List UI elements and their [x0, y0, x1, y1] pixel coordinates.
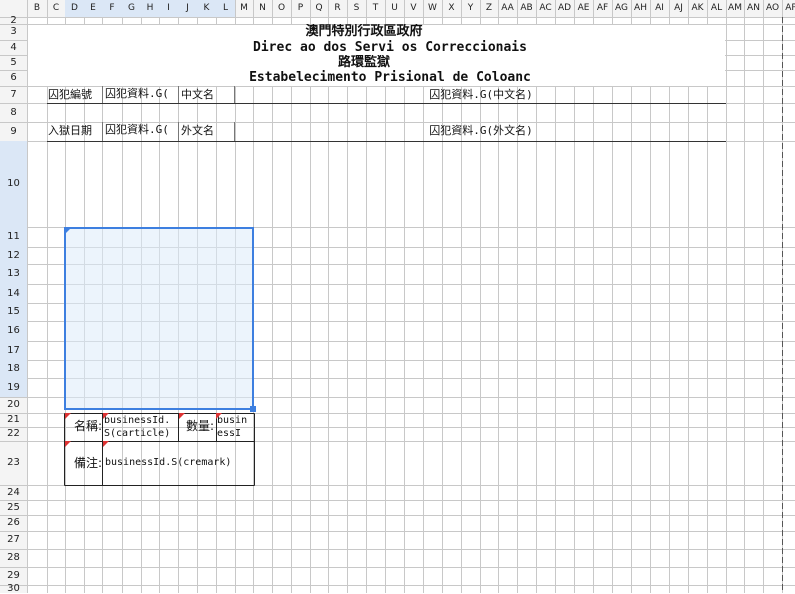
column-header-aa[interactable]: AA [498, 0, 517, 17]
column-header-g[interactable]: G [122, 0, 141, 17]
comment-marker-icon [216, 413, 222, 419]
column-header-c[interactable]: C [47, 0, 65, 17]
row-header-23[interactable]: 23 [0, 441, 27, 485]
row-header-19[interactable]: 19 [0, 378, 27, 397]
foreign-name-field[interactable]: 囚犯資料.G(外文名) [236, 122, 726, 140]
column-header-af[interactable]: AF [593, 0, 612, 17]
column-header-ab[interactable]: AB [517, 0, 536, 17]
row-header-10[interactable]: 10 [0, 141, 27, 227]
row-header-28[interactable]: 28 [0, 549, 27, 567]
foreign-name-label: 外文名 [181, 124, 214, 137]
column-header-s[interactable]: S [347, 0, 366, 17]
column-header-aj[interactable]: AJ [669, 0, 688, 17]
item-quantity-label: 數量: [185, 419, 214, 433]
column-header-ag[interactable]: AG [612, 0, 631, 17]
row-header-17[interactable]: 17 [0, 341, 27, 360]
row-header-18[interactable]: 18 [0, 360, 27, 378]
item-name-value-line2[interactable]: S(carticle) [104, 427, 178, 440]
comment-marker-icon [65, 413, 71, 419]
row-header-15[interactable]: 15 [0, 303, 27, 321]
selected-image-area[interactable] [64, 227, 254, 410]
row-header-12[interactable]: 12 [0, 247, 27, 264]
row-header-30[interactable]: 30 [0, 584, 27, 594]
column-header-ap[interactable]: AP [782, 0, 795, 17]
admission-date-label: 入獄日期 [48, 124, 92, 137]
comment-marker-icon [103, 441, 109, 447]
item-remark-label: 備注: [73, 456, 102, 470]
column-header-p[interactable]: P [291, 0, 310, 17]
row-header-25[interactable]: 25 [0, 500, 27, 515]
comment-marker-icon [65, 441, 71, 447]
column-header-ac[interactable]: AC [536, 0, 555, 17]
comment-marker-icon [179, 413, 185, 419]
comment-marker-icon [103, 413, 109, 419]
column-header-al[interactable]: AL [707, 0, 726, 17]
column-header-z[interactable]: Z [480, 0, 498, 17]
column-header-r[interactable]: R [328, 0, 347, 17]
item-name-label: 名稱: [73, 419, 102, 433]
column-header-l[interactable]: L [216, 0, 235, 17]
column-header-h[interactable]: H [141, 0, 159, 17]
row-header-7[interactable]: 7 [0, 86, 27, 103]
column-header-b[interactable]: B [27, 0, 47, 17]
item-name-value-line1[interactable]: businessId. [104, 414, 178, 427]
row-header-3[interactable]: 3 [0, 24, 27, 40]
column-header-ao[interactable]: AO [763, 0, 782, 17]
row-header-16[interactable]: 16 [0, 321, 27, 341]
row-header-21[interactable]: 21 [0, 413, 27, 427]
row-header-4[interactable]: 4 [0, 40, 27, 55]
row-header-11[interactable]: 11 [0, 227, 27, 247]
row-header-13[interactable]: 13 [0, 264, 27, 284]
column-header-o[interactable]: O [272, 0, 291, 17]
comment-marker-icon [65, 228, 71, 234]
column-header-ah[interactable]: AH [631, 0, 650, 17]
inmate-number-label: 囚犯編號 [48, 88, 92, 101]
item-remark-value[interactable]: businessId.S(cremark) [105, 441, 253, 485]
agency-chinese-title: 澳門特別行政區政府 [305, 24, 423, 39]
column-header-k[interactable]: K [197, 0, 216, 17]
column-header-x[interactable]: X [442, 0, 461, 17]
column-header-y[interactable]: Y [461, 0, 480, 17]
column-header-e[interactable]: E [84, 0, 102, 17]
column-header-f[interactable]: F [102, 0, 122, 17]
inmate-number-field[interactable]: 囚犯資料.G( [105, 86, 177, 103]
chinese-name-field[interactable]: 囚犯資料.G(中文名) [236, 86, 726, 103]
row-header-14[interactable]: 14 [0, 284, 27, 303]
column-header-j[interactable]: J [178, 0, 197, 17]
column-header-i[interactable]: I [159, 0, 178, 17]
column-header-v[interactable]: V [404, 0, 423, 17]
row-header-8[interactable]: 8 [0, 103, 27, 122]
admission-date-field[interactable]: 囚犯資料.G( [105, 122, 177, 140]
column-header-m[interactable]: M [235, 0, 253, 17]
row-header-5[interactable]: 5 [0, 55, 27, 70]
column-header-ad[interactable]: AD [555, 0, 574, 17]
column-header-u[interactable]: U [385, 0, 404, 17]
row-header-24[interactable]: 24 [0, 485, 27, 500]
column-header-d[interactable]: D [65, 0, 84, 17]
column-header-ak[interactable]: AK [688, 0, 707, 17]
selection-fill-handle[interactable] [250, 406, 256, 412]
column-header-q[interactable]: Q [310, 0, 328, 17]
column-header-ae[interactable]: AE [574, 0, 593, 17]
chinese-name-label: 中文名 [181, 88, 214, 101]
prison-portuguese-title: Estabelecimento Prisional de Coloanc [249, 70, 531, 85]
item-quantity-value-line1[interactable]: busin [217, 414, 253, 427]
column-header-an[interactable]: AN [744, 0, 763, 17]
prison-chinese-title: 路環監獄 [337, 55, 390, 70]
row-header-26[interactable]: 26 [0, 515, 27, 531]
row-header-9[interactable]: 9 [0, 122, 27, 141]
item-quantity-value-line2[interactable]: essI [217, 427, 253, 440]
row-header-2[interactable]: 2 [0, 16, 27, 26]
row-header-22[interactable]: 22 [0, 427, 27, 441]
row-header-27[interactable]: 27 [0, 531, 27, 549]
column-header-w[interactable]: W [423, 0, 442, 17]
column-header-ai[interactable]: AI [650, 0, 669, 17]
column-header-am[interactable]: AM [726, 0, 744, 17]
agency-portuguese-title: Direc ao dos Servi os Correccionais [253, 40, 527, 55]
column-header-n[interactable]: N [253, 0, 272, 17]
column-header-t[interactable]: T [366, 0, 385, 17]
row-header-6[interactable]: 6 [0, 70, 27, 86]
row-header-20[interactable]: 20 [0, 397, 27, 413]
